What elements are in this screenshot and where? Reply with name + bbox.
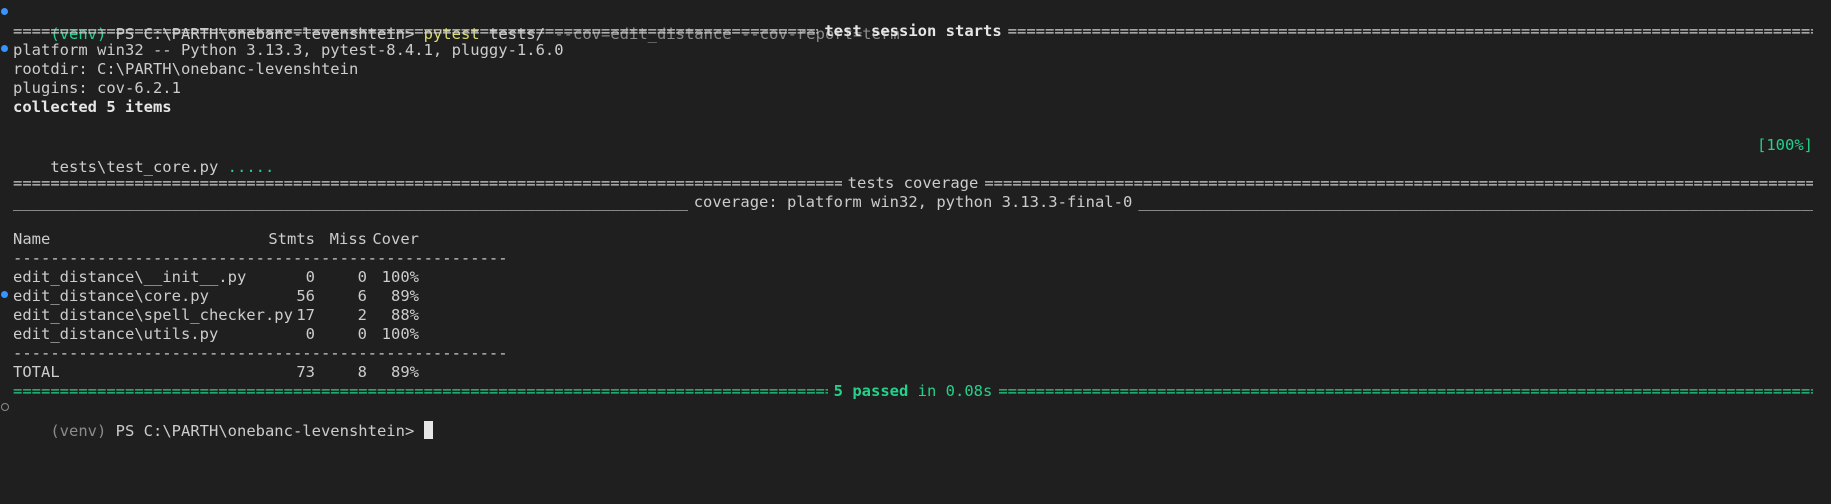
terminal-output[interactable]: (venv) PS C:\PARTH\onebanc-levenshtein> … <box>13 0 1813 504</box>
command-decoration-pending-icon[interactable] <box>1 403 9 411</box>
separator <box>1138 191 1813 213</box>
final-prompt-line[interactable]: (venv) PS C:\PARTH\onebanc-levenshtein> <box>13 398 1813 440</box>
command-decoration-icon[interactable] <box>1 45 8 52</box>
collected-line: collected 5 items <box>13 98 172 116</box>
test-progress-line: tests\test_core.py ..... [100%] <box>13 134 1813 176</box>
separator <box>13 191 688 213</box>
command-decoration-icon[interactable] <box>1 291 8 298</box>
progress-percent: [100%] <box>1757 136 1813 154</box>
prompt-path: PS C:\PARTH\onebanc-levenshtein> <box>115 422 415 440</box>
coverage-subheader-line: coverage: platform win32, python 3.13.3-… <box>13 191 1813 213</box>
terminal-cursor <box>423 421 433 439</box>
venv-label: (venv) <box>50 422 107 440</box>
command-decoration-success-icon[interactable] <box>1 8 8 15</box>
coverage-subheader: coverage: platform win32, python 3.13.3-… <box>693 193 1133 211</box>
